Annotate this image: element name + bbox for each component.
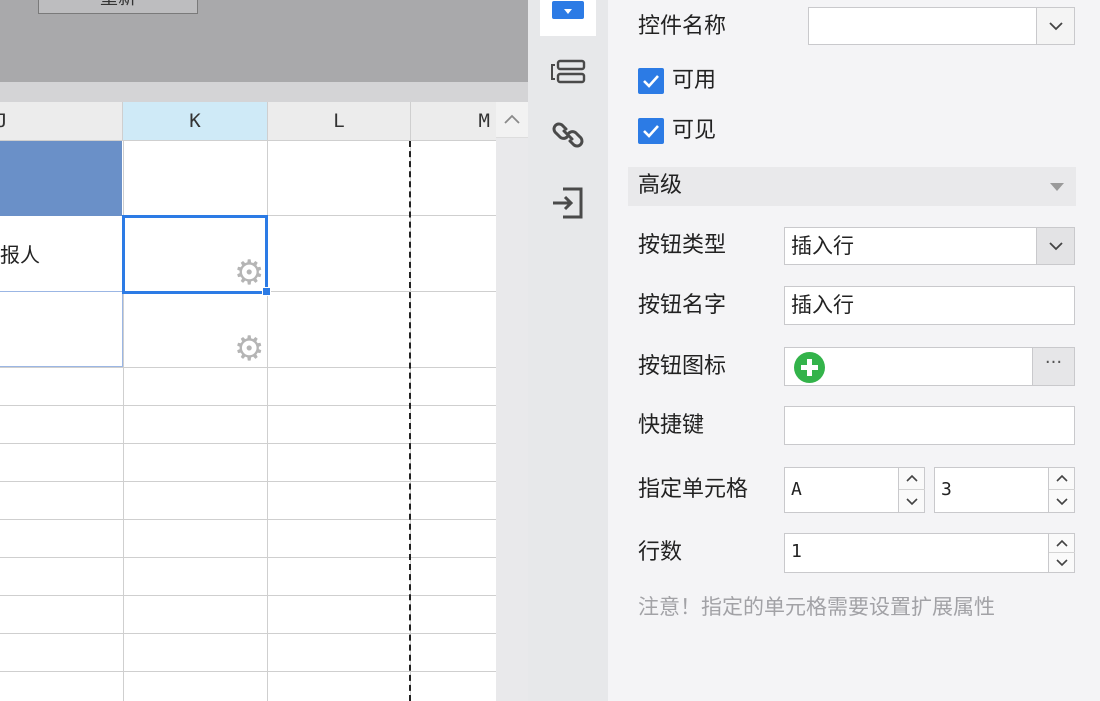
spin-down-icon[interactable] bbox=[899, 490, 925, 512]
chevron-down-icon[interactable] bbox=[1036, 228, 1074, 264]
button-icon-label: 按钮图标 bbox=[638, 354, 727, 379]
column-header-k[interactable]: K bbox=[123, 102, 268, 141]
spin-down-icon[interactable] bbox=[1049, 553, 1075, 572]
advanced-label: 高级 bbox=[638, 173, 683, 198]
widget-settings-icon bbox=[551, 1, 585, 25]
link-button[interactable] bbox=[540, 113, 596, 157]
target-cell-label: 指定单元格 bbox=[638, 477, 749, 502]
advanced-section-header[interactable]: 高级 bbox=[628, 167, 1076, 206]
spreadsheet-grid[interactable]: J K L M 报人 ⚙ ⚙ bbox=[0, 102, 496, 701]
row-count-spinner[interactable] bbox=[1048, 534, 1075, 572]
form-preview-area: 重新 bbox=[0, 0, 528, 82]
shortcut-label: 快捷键 bbox=[638, 413, 705, 438]
grid-line bbox=[0, 557, 496, 558]
button-type-label: 按钮类型 bbox=[638, 233, 727, 258]
spin-up-icon[interactable] bbox=[1049, 534, 1075, 553]
collapse-arrow-icon bbox=[1050, 183, 1064, 191]
column-header-l[interactable]: L bbox=[268, 102, 411, 141]
cell-highlight-border bbox=[0, 291, 123, 367]
row-count-value: 1 bbox=[791, 541, 802, 562]
grid-line bbox=[0, 481, 496, 482]
target-cell-column-value: A bbox=[791, 479, 802, 500]
row-spinner[interactable] bbox=[1048, 468, 1075, 512]
chevron-down-icon[interactable] bbox=[1036, 8, 1074, 44]
link-icon bbox=[551, 118, 585, 152]
enabled-checkbox[interactable] bbox=[638, 68, 664, 94]
button-type-select[interactable]: 插入行 bbox=[784, 227, 1075, 265]
spin-up-icon[interactable] bbox=[1049, 468, 1075, 490]
scroll-up-icon[interactable] bbox=[496, 102, 528, 138]
form-layout-button[interactable] bbox=[540, 50, 596, 94]
note-text: 注意！指定的单元格需要设置扩展属性 bbox=[638, 595, 995, 619]
shortcut-input[interactable] bbox=[784, 406, 1075, 445]
button-name-input[interactable]: 插入行 bbox=[784, 286, 1075, 325]
side-toolbar bbox=[528, 0, 608, 701]
gear-icon[interactable]: ⚙ bbox=[234, 256, 264, 290]
target-cell-row-input[interactable]: 3 bbox=[934, 467, 1075, 513]
target-cell-column-input[interactable]: A bbox=[784, 467, 925, 513]
target-cell-row-value: 3 bbox=[941, 479, 952, 500]
gear-icon[interactable]: ⚙ bbox=[234, 332, 264, 366]
grid-line bbox=[0, 519, 496, 520]
grid-line bbox=[0, 595, 496, 596]
enabled-label: 可用 bbox=[672, 68, 717, 93]
spin-down-icon[interactable] bbox=[1049, 490, 1075, 512]
properties-panel: 控件名称 可用 可见 高级 按钮类型 插入行 按钮名字 插入行 按钮图标 ···… bbox=[608, 0, 1100, 701]
grid-line bbox=[0, 405, 496, 406]
visible-label: 可见 bbox=[672, 118, 717, 143]
header-cell-filled[interactable] bbox=[0, 141, 122, 216]
form-layout-icon bbox=[549, 57, 587, 87]
grid-line bbox=[0, 443, 496, 444]
widget-settings-button[interactable] bbox=[540, 0, 596, 36]
plus-circle-icon bbox=[794, 352, 825, 394]
grid-line bbox=[0, 633, 496, 634]
spin-up-icon[interactable] bbox=[899, 468, 925, 490]
widget-name-select[interactable] bbox=[808, 7, 1075, 45]
sheet-gap bbox=[0, 82, 528, 102]
button-icon-field[interactable]: ··· bbox=[784, 347, 1075, 386]
visible-checkbox[interactable] bbox=[638, 118, 664, 144]
import-icon bbox=[549, 183, 587, 221]
button-name-label: 按钮名字 bbox=[638, 293, 727, 318]
widget-name-label: 控件名称 bbox=[638, 14, 727, 39]
row-count-label: 行数 bbox=[638, 540, 683, 565]
grid-line bbox=[0, 671, 496, 672]
cell-text[interactable]: 报人 bbox=[0, 239, 40, 268]
column-header-m[interactable]: M bbox=[411, 102, 496, 141]
import-button[interactable] bbox=[540, 180, 596, 224]
vertical-scrollbar[interactable] bbox=[496, 102, 528, 701]
row-count-input[interactable]: 1 bbox=[784, 533, 1075, 573]
column-spinner[interactable] bbox=[898, 468, 925, 512]
page-break-line bbox=[409, 141, 411, 701]
preview-button[interactable]: 重新 bbox=[38, 0, 198, 14]
more-button[interactable]: ··· bbox=[1032, 348, 1074, 385]
column-header-j[interactable]: J bbox=[0, 102, 123, 141]
button-type-value: 插入行 bbox=[791, 234, 854, 258]
